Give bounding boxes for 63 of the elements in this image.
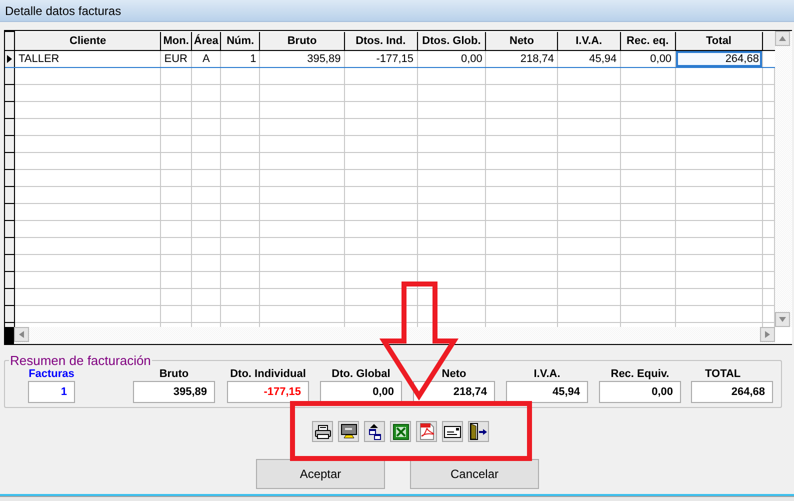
column-header[interactable]: Neto	[486, 32, 558, 50]
table-cell: A	[191, 50, 221, 68]
field-label: Dto. Global	[332, 368, 390, 381]
column-header[interactable]: Total	[675, 32, 762, 50]
field-label: Rec. Equiv.	[610, 368, 670, 381]
printer-icon	[314, 424, 330, 438]
column-header[interactable]: Bruto	[260, 32, 344, 50]
caret-icon	[765, 331, 770, 338]
column-header[interactable]: I.V.A.	[558, 32, 620, 50]
window-title: Detalle datos facturas	[5, 4, 122, 18]
column-header[interactable]: Dtos. Glob.	[417, 32, 486, 50]
envelope-icon	[444, 426, 461, 438]
table-cell: EUR	[160, 50, 192, 68]
envelope-button[interactable]	[442, 421, 463, 442]
summary-field: 0,00	[599, 381, 681, 403]
caret-icon	[19, 331, 24, 338]
monitor-button[interactable]	[338, 421, 359, 442]
column-header[interactable]: Dtos. Ind.	[344, 32, 417, 50]
cancel-button[interactable]: Cancelar	[410, 459, 539, 489]
pdf-button[interactable]	[416, 421, 437, 442]
scroll-down-button[interactable]	[775, 312, 790, 327]
table-cell: 45,94	[558, 50, 620, 68]
field-label: Bruto	[159, 368, 189, 381]
table-cell: -177,15	[344, 50, 417, 68]
field-label: Neto	[442, 368, 466, 381]
table-cell: TALLER	[14, 50, 161, 68]
summary-field: 395,89	[133, 381, 215, 403]
caret-icon	[779, 36, 786, 41]
table-cell: 264,68	[675, 50, 762, 68]
scroll-left-button[interactable]	[14, 327, 29, 342]
spreadsheet-button[interactable]	[390, 421, 411, 442]
accept-button[interactable]: Aceptar	[256, 459, 385, 489]
table-cell: 1	[220, 50, 260, 68]
exit-door-icon	[470, 423, 487, 440]
pdf-icon	[420, 423, 434, 440]
group-title: Resumen de facturación	[9, 353, 152, 368]
column-header[interactable]: Cliente	[14, 32, 161, 50]
printer-button[interactable]	[312, 421, 333, 442]
column-header[interactable]: Rec. eq.	[620, 32, 676, 50]
field-label: I.V.A.	[534, 368, 560, 381]
monitor-icon	[340, 424, 356, 439]
column-header[interactable]: Núm.	[220, 32, 260, 50]
summary-field: 264,68	[691, 381, 773, 403]
summary-field: 45,94	[506, 381, 588, 403]
field-label: Dto. Individual	[230, 368, 306, 381]
scroll-up-button[interactable]	[775, 31, 790, 46]
summary-field: 1	[28, 381, 75, 403]
column-header[interactable]: Área	[191, 32, 221, 50]
table-cell: 0,00	[620, 50, 676, 68]
column-header[interactable]: Mon.	[160, 32, 192, 50]
table-cell: 395,89	[260, 50, 344, 68]
field-label: TOTAL	[705, 368, 741, 381]
field-label: Facturas	[28, 368, 74, 381]
exit-button[interactable]	[468, 421, 489, 442]
windows-button[interactable]	[364, 421, 385, 442]
summary-field: 0,00	[320, 381, 402, 403]
scroll-right-button[interactable]	[760, 327, 775, 342]
table-cell: 218,74	[486, 50, 558, 68]
windows-icon	[368, 424, 380, 440]
table-cell: 0,00	[417, 50, 486, 68]
summary-field: -177,15	[227, 381, 309, 403]
caret-icon	[779, 317, 786, 322]
spreadsheet-icon	[392, 424, 408, 440]
